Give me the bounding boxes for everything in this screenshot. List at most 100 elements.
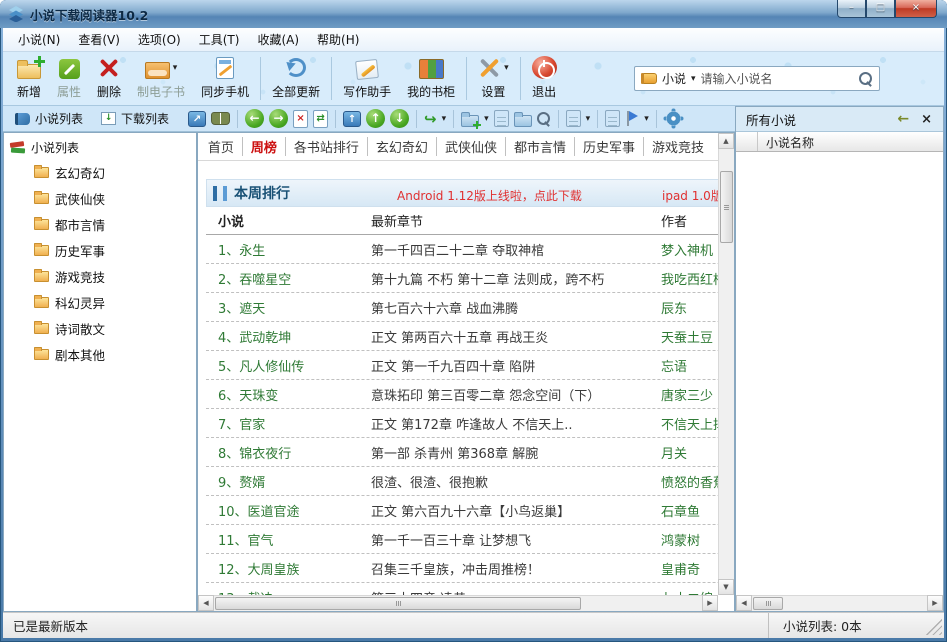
- nav-link[interactable]: 周榜: [242, 137, 285, 156]
- nav-link[interactable]: 首页: [200, 137, 242, 156]
- title-bar[interactable]: 小说下载阅读器10.2 – □ ×: [0, 0, 947, 28]
- novel-link[interactable]: 8、锦衣夜行: [206, 443, 371, 462]
- novel-link[interactable]: 1、永生: [206, 240, 371, 259]
- row-selector-column[interactable]: [736, 132, 758, 151]
- stop-icon[interactable]: ×: [293, 110, 308, 128]
- panel-close-icon[interactable]: ×: [916, 112, 937, 127]
- external-window-icon[interactable]: ↗: [188, 111, 206, 127]
- tree-root[interactable]: 小说列表: [4, 133, 196, 159]
- tree-folder[interactable]: 都市言情: [4, 211, 196, 237]
- novel-link[interactable]: 9、赘婿: [206, 472, 371, 491]
- novel-link[interactable]: 12、大周皇族: [206, 559, 371, 578]
- chevron-down-icon[interactable]: ▾: [504, 63, 509, 73]
- down-icon[interactable]: ↓: [390, 109, 409, 128]
- nav-link[interactable]: 玄幻奇幻: [367, 137, 436, 156]
- chapter-text[interactable]: 正文 第两百六十五章 再战王炎: [371, 327, 661, 346]
- nav-link[interactable]: 历史军事: [574, 137, 643, 156]
- chapter-text[interactable]: 第七百六十六章 战血沸腾: [371, 298, 661, 317]
- panel-back-icon[interactable]: ←: [890, 111, 916, 127]
- settings-button[interactable]: ▾ 设置: [470, 52, 517, 105]
- nav-link[interactable]: 游戏竞技: [643, 137, 712, 156]
- edit-icon[interactable]: [494, 110, 509, 127]
- list-icon[interactable]: [566, 110, 581, 127]
- forward-icon[interactable]: →: [269, 109, 288, 128]
- tree-folder[interactable]: 玄幻奇幻: [4, 159, 196, 185]
- search-icon[interactable]: [859, 72, 873, 86]
- new-button[interactable]: 新增: [9, 52, 49, 105]
- tab-novel-list[interactable]: 小说列表: [8, 108, 90, 129]
- exit-button[interactable]: 退出: [524, 52, 565, 105]
- tree-folder[interactable]: 历史军事: [4, 237, 196, 263]
- panel-scroll-thumb[interactable]: [753, 597, 783, 610]
- chevron-down-icon[interactable]: ▾: [442, 114, 447, 124]
- reader-icon[interactable]: [211, 112, 230, 125]
- flag-icon[interactable]: [625, 110, 639, 127]
- resize-grip[interactable]: [926, 619, 942, 635]
- panel-horizontal-scrollbar[interactable]: ◀ ▶: [736, 595, 943, 611]
- tree-folder[interactable]: 剧本其他: [4, 341, 196, 367]
- novel-list-area[interactable]: [736, 152, 943, 595]
- scroll-down-button[interactable]: ▼: [718, 579, 734, 595]
- search-icon[interactable]: [537, 112, 551, 126]
- delete-button[interactable]: 删除: [89, 52, 129, 105]
- menu-item[interactable]: 帮助(H): [308, 28, 368, 51]
- nav-link[interactable]: 都市言情: [505, 137, 574, 156]
- vertical-scroll-thumb[interactable]: [720, 171, 733, 243]
- make-ebook-button[interactable]: ▾ 制电子书: [129, 52, 193, 105]
- chapter-text[interactable]: 第三十四章 凌昔: [371, 588, 661, 596]
- novel-link[interactable]: 6、天珠变: [206, 385, 371, 404]
- properties-button[interactable]: 属性: [49, 52, 89, 105]
- sync-phone-button[interactable]: 同步手机: [193, 52, 257, 105]
- chevron-down-icon[interactable]: ▾: [586, 114, 591, 124]
- chapter-text[interactable]: 意珠拓印 第三百零二章 怨念空间（下）: [371, 385, 661, 404]
- refresh-icon[interactable]: ⇄: [313, 110, 328, 128]
- vertical-scrollbar[interactable]: ▲ ▼: [718, 133, 734, 595]
- tab-download-list[interactable]: ↓ 下载列表: [94, 108, 176, 129]
- horizontal-scrollbar[interactable]: ◀ ▶: [198, 595, 718, 611]
- chapter-text[interactable]: 正文 第一千九百四十章 陷阱: [371, 356, 661, 375]
- back-icon[interactable]: ←: [245, 109, 264, 128]
- horizontal-scroll-thumb[interactable]: [215, 597, 581, 610]
- scroll-right-button[interactable]: ▶: [927, 595, 943, 611]
- novel-link[interactable]: 7、官家: [206, 414, 371, 433]
- writing-assistant-button[interactable]: 写作助手: [335, 52, 399, 105]
- chevron-down-icon[interactable]: ▾: [691, 74, 696, 84]
- add-folder-icon[interactable]: [461, 115, 479, 127]
- minimize-button[interactable]: –: [837, 0, 866, 18]
- chevron-down-icon[interactable]: ▾: [484, 114, 489, 124]
- maximize-button[interactable]: □: [866, 0, 895, 18]
- update-all-button[interactable]: 全部更新: [264, 52, 328, 105]
- up-icon[interactable]: ↑: [366, 109, 385, 128]
- chapter-text[interactable]: 第十九篇 不朽 第十二章 法则成，跨不朽: [371, 269, 661, 288]
- chapter-text[interactable]: 第一千一百三十章 让梦想飞: [371, 530, 661, 549]
- scroll-left-button[interactable]: ◀: [198, 595, 214, 611]
- menu-item[interactable]: 工具(T): [190, 28, 249, 51]
- nav-link[interactable]: 各书站排行: [285, 137, 367, 156]
- novel-link[interactable]: 3、遮天: [206, 298, 371, 317]
- chevron-down-icon[interactable]: ▾: [644, 114, 649, 124]
- novel-link[interactable]: 5、凡人修仙传: [206, 356, 371, 375]
- chapter-text[interactable]: 正文 第六百九十六章【小鸟返巢】: [371, 501, 661, 520]
- tree-folder[interactable]: 武侠仙侠: [4, 185, 196, 211]
- tree-folder[interactable]: 科幻灵异: [4, 289, 196, 315]
- scroll-right-button[interactable]: ▶: [702, 595, 718, 611]
- search-input[interactable]: [701, 72, 854, 86]
- novel-link[interactable]: 10、医道官途: [206, 501, 371, 520]
- chapter-text[interactable]: 第一千四百二十二章 夺取神棺: [371, 240, 661, 259]
- scroll-left-button[interactable]: ◀: [736, 595, 752, 611]
- chapter-text[interactable]: 第一部 杀青州 第368章 解腕: [371, 443, 661, 462]
- scroll-up-button[interactable]: ▲: [718, 133, 734, 149]
- novel-name-column[interactable]: 小说名称: [758, 132, 814, 151]
- menu-item[interactable]: 选项(O): [129, 28, 190, 51]
- novel-link[interactable]: 2、吞噬星空: [206, 269, 371, 288]
- chapter-text[interactable]: 正文 第172章 咋逢故人 不信天上..: [371, 414, 661, 433]
- note-icon[interactable]: [605, 110, 620, 127]
- home-icon[interactable]: ↑: [343, 111, 361, 127]
- chapter-text[interactable]: 召集三千皇族，冲击周推榜！: [371, 559, 661, 578]
- folder-icon[interactable]: [514, 115, 532, 127]
- ipad-banner-link[interactable]: ipad 1.0版上线啦，点此下载: [662, 187, 718, 204]
- search-category[interactable]: 小说: [662, 70, 686, 87]
- chevron-down-icon[interactable]: ▾: [173, 63, 178, 73]
- menu-item[interactable]: 收藏(A): [248, 28, 308, 51]
- chapter-text[interactable]: 很渣、很渣、很抱歉: [371, 472, 661, 491]
